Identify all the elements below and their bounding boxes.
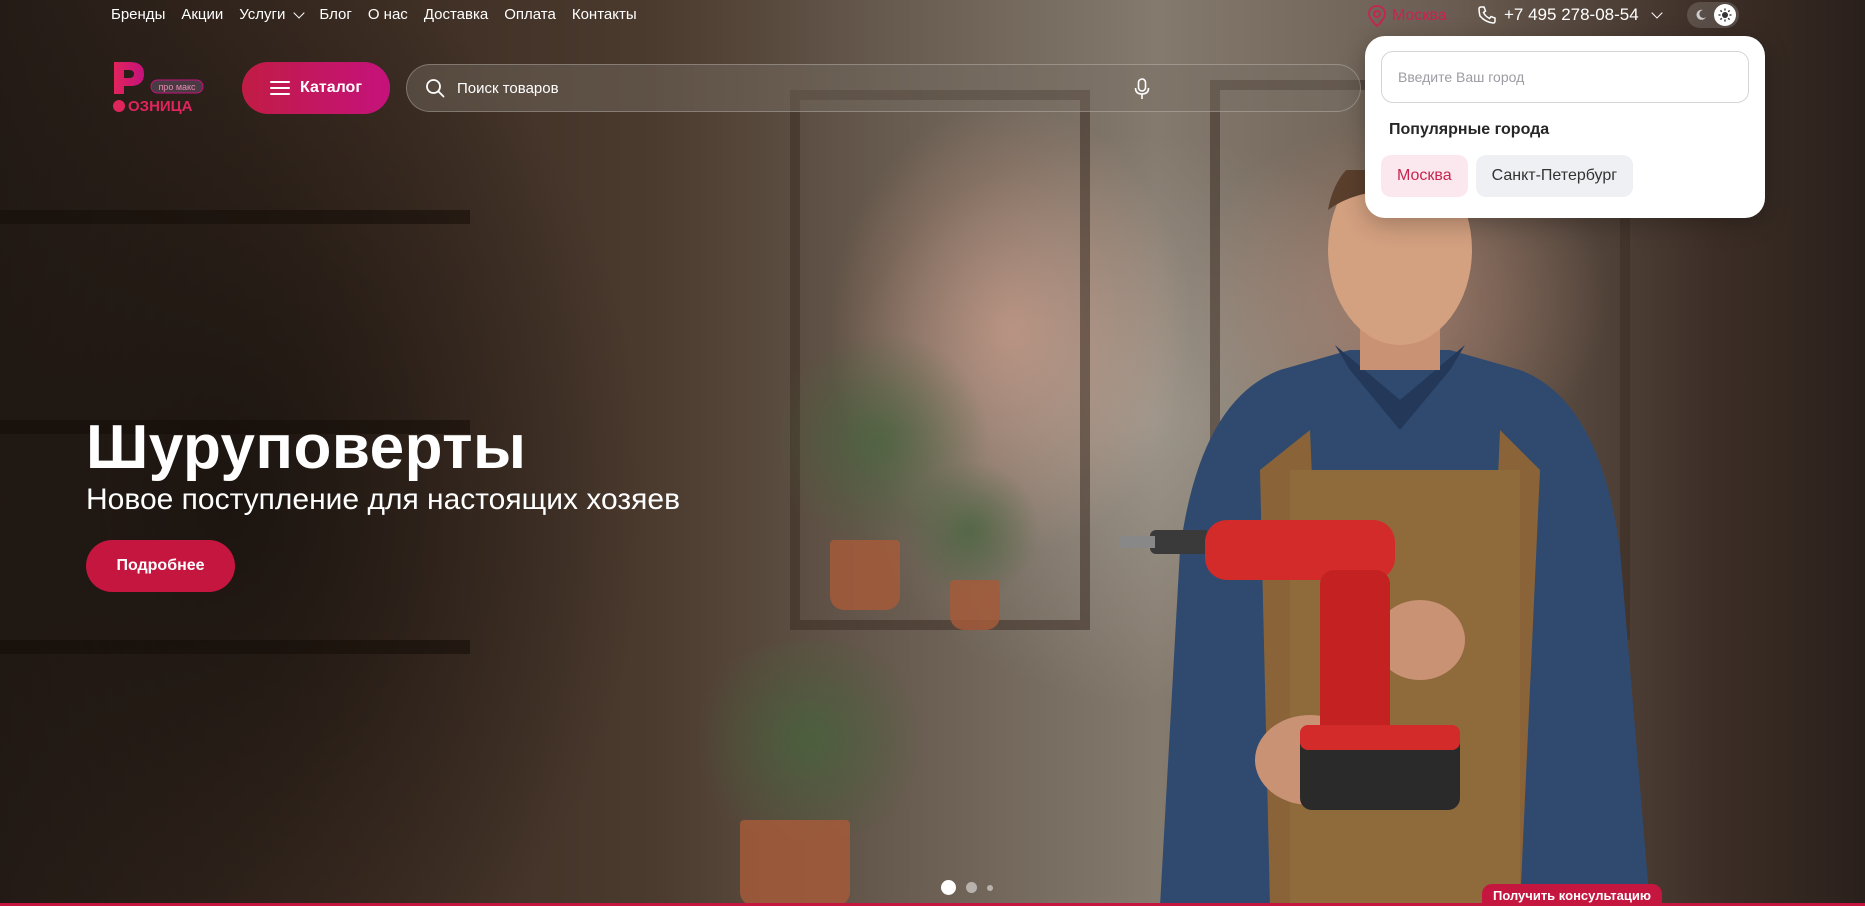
plant bbox=[680, 640, 940, 840]
city-chip-spb[interactable]: Санкт-Петербург bbox=[1475, 155, 1634, 197]
phone-selector[interactable]: +7 495 278-08-54 bbox=[1478, 5, 1663, 25]
hero-subtitle: Новое поступление для настоящих хозяев bbox=[86, 483, 681, 516]
city-search-input[interactable] bbox=[1381, 51, 1749, 103]
top-navigation: Бренды Акции Услуги Блог О нас Доставка … bbox=[111, 6, 637, 23]
nav-promotions-link[interactable]: Акции bbox=[181, 6, 223, 23]
man-with-drill-image bbox=[1120, 170, 1650, 906]
dark-mode-option[interactable] bbox=[1690, 4, 1712, 26]
logo[interactable]: про макс ОЗНИЦА bbox=[110, 60, 205, 114]
nav-about-link[interactable]: О нас bbox=[368, 6, 408, 23]
bookshelf bbox=[0, 640, 470, 654]
nav-delivery-link[interactable]: Доставка bbox=[424, 6, 488, 23]
slider-dots bbox=[941, 880, 993, 895]
more-button[interactable]: Подробнее bbox=[86, 540, 235, 592]
phone-number: +7 495 278-08-54 bbox=[1504, 5, 1639, 24]
theme-toggle[interactable] bbox=[1687, 2, 1739, 28]
logo-badge: про макс bbox=[158, 82, 196, 92]
nav-services-label: Услуги bbox=[239, 6, 286, 23]
plant-pot bbox=[830, 540, 900, 610]
nav-contacts-link[interactable]: Контакты bbox=[572, 6, 637, 23]
plant bbox=[900, 460, 1040, 600]
moon-icon bbox=[1696, 9, 1706, 20]
hero-title: Шуруповерты bbox=[86, 413, 527, 482]
catalog-label: Каталог bbox=[300, 79, 362, 96]
chevron-down-icon bbox=[1651, 7, 1663, 19]
phone-icon bbox=[1478, 6, 1496, 24]
microphone-icon[interactable] bbox=[1134, 78, 1150, 100]
slider-dot-1[interactable] bbox=[941, 880, 956, 895]
map-pin-icon bbox=[1368, 5, 1386, 27]
menu-icon bbox=[270, 81, 290, 95]
light-mode-option[interactable] bbox=[1714, 4, 1736, 26]
plant-pot bbox=[740, 820, 850, 906]
city-chip-moscow[interactable]: Москва bbox=[1381, 155, 1468, 197]
nav-blog-link[interactable]: Блог bbox=[319, 6, 351, 23]
chevron-down-icon bbox=[293, 6, 306, 19]
popular-cities-title: Популярные города bbox=[1389, 121, 1550, 138]
bookshelf bbox=[0, 210, 470, 224]
nav-brands-link[interactable]: Бренды bbox=[111, 6, 165, 23]
catalog-button[interactable]: Каталог bbox=[242, 62, 390, 114]
city-chips: Москва Санкт-Петербург bbox=[1381, 155, 1749, 197]
slider-dot-2[interactable] bbox=[966, 882, 977, 893]
nav-services-link[interactable]: Услуги bbox=[239, 6, 306, 23]
city-selector[interactable]: Москва bbox=[1367, 5, 1447, 27]
search-bar bbox=[406, 64, 1361, 112]
city-name: Москва bbox=[1392, 7, 1447, 24]
search-icon bbox=[426, 79, 445, 98]
plant-pot bbox=[950, 580, 1000, 630]
logo-wordmark: ОЗНИЦА bbox=[128, 98, 193, 114]
city-dropdown: Популярные города Москва Санкт-Петербург bbox=[1365, 36, 1765, 218]
nav-payment-link[interactable]: Оплата bbox=[504, 6, 556, 23]
slider-dot-3[interactable] bbox=[987, 884, 993, 891]
sun-icon bbox=[1718, 8, 1732, 22]
